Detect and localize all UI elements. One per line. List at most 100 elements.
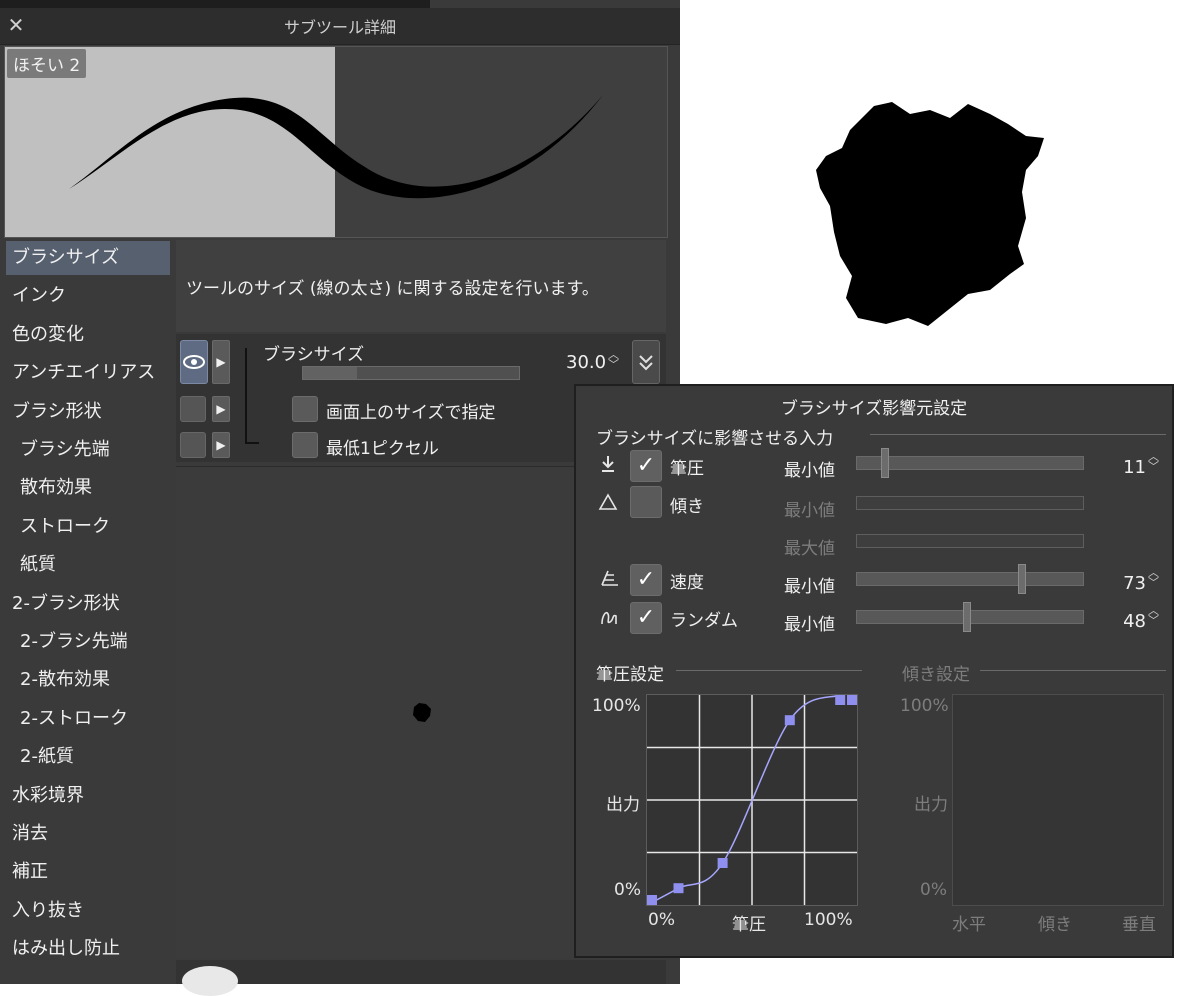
tilt-min-label: 最小値: [784, 501, 835, 521]
tilt-graph-title: 傾き設定: [902, 665, 970, 685]
speed-icon: [601, 570, 618, 586]
pressure-graph-y-top: 100%: [592, 696, 641, 716]
input-section-title: ブラシサイズに影響させる入力: [596, 429, 834, 449]
brush-size-label: ブラシサイズ: [263, 345, 365, 365]
brush-size-dynamics-popup: ブラシサイズ影響元設定 ブラシサイズに影響させる入力 ✓ 筆圧 最小値 11 ︿…: [574, 384, 1174, 958]
category-item[interactable]: 2-ストローク: [6, 702, 170, 736]
speed-spinner[interactable]: ︿ ﹀: [1148, 567, 1159, 588]
pen-pressure-icon: [602, 456, 614, 472]
category-item[interactable]: 散布効果: [6, 471, 170, 505]
link-line-end: [245, 442, 259, 444]
speed-min-value[interactable]: 73: [1106, 573, 1146, 594]
tilt-curve-graph: [952, 694, 1164, 906]
eye-icon[interactable]: [180, 340, 208, 384]
category-item[interactable]: 入り抜き: [6, 894, 170, 928]
slider-knob[interactable]: [1017, 564, 1026, 594]
category-item[interactable]: 2-ブラシ先端: [6, 625, 170, 659]
curve-control-point[interactable]: [647, 895, 657, 905]
tilt-min-slider: [856, 496, 1084, 510]
description-area: ツールのサイズ (線の太さ) に関する設定を行います。: [176, 240, 666, 332]
category-item[interactable]: 2-紙質: [6, 740, 170, 774]
info-icon[interactable]: [182, 966, 238, 996]
category-item[interactable]: 2-ブラシ形状: [6, 587, 170, 621]
brush-tip-shape-large: [816, 102, 1044, 326]
pressure-min-label: 最小値: [784, 461, 835, 481]
tilt-graph-x-left: 水平: [952, 915, 986, 935]
expand-arrow-icon[interactable]: ▶: [212, 432, 230, 458]
tilt-label: 傾き: [670, 497, 704, 517]
curve-control-point[interactable]: [717, 858, 728, 868]
tilt-graph-y-bottom: 0%: [920, 880, 947, 900]
brush-size-spinner[interactable]: ︿ ﹀: [608, 349, 619, 370]
category-item[interactable]: 紙質: [6, 548, 170, 582]
category-item[interactable]: はみ出し防止: [6, 932, 170, 966]
speed-label: 速度: [670, 573, 704, 593]
brush-stroke-image: [69, 95, 603, 199]
pressure-curve-graph[interactable]: [646, 692, 858, 906]
speed-checkbox[interactable]: ✓: [630, 564, 662, 596]
tilt-graph-x-mid: 傾き: [1038, 915, 1072, 935]
screen-size-checkbox[interactable]: [292, 396, 318, 422]
pressure-spinner[interactable]: ︿ ﹀: [1148, 451, 1159, 472]
category-item[interactable]: ブラシ先端: [6, 433, 170, 467]
brush-stroke-preview[interactable]: ほそい 2: [4, 46, 668, 238]
panel-bottom-bar: [176, 960, 666, 984]
random-min-value[interactable]: 48: [1106, 611, 1146, 632]
slider-knob[interactable]: [881, 448, 890, 478]
section-divider: [676, 670, 862, 671]
pressure-checkbox[interactable]: ✓: [630, 450, 662, 482]
category-item[interactable]: ストローク: [6, 510, 170, 544]
category-item[interactable]: 2-散布効果: [6, 663, 170, 697]
brush-size-slider[interactable]: [302, 366, 520, 380]
checkmark-icon: ✓: [636, 453, 656, 478]
random-icon: [601, 611, 617, 625]
tilt-graph-x-right: 垂直: [1122, 915, 1156, 935]
brush-tip-dot: [413, 703, 431, 722]
curve-control-point[interactable]: [673, 883, 684, 894]
category-item[interactable]: ブラシサイズ: [6, 241, 170, 275]
curve-control-point[interactable]: [835, 695, 846, 705]
speed-min-label: 最小値: [784, 577, 835, 597]
pressure-graph-x-right: 100%: [804, 910, 853, 930]
category-item[interactable]: 色の変化: [6, 318, 170, 352]
expand-arrow-icon[interactable]: ▶: [212, 396, 230, 422]
curve-control-point[interactable]: [784, 715, 795, 726]
description-text: ツールのサイズ (線の太さ) に関する設定を行います。: [186, 279, 599, 299]
tilt-graph-y-mid: 出力: [914, 795, 948, 815]
sub-tool-name-label: ほそい 2: [7, 49, 87, 78]
tilt-checkbox[interactable]: [630, 486, 662, 518]
category-item[interactable]: インク: [6, 279, 170, 313]
pressure-graph-x-left: 0%: [648, 910, 675, 930]
slider-knob[interactable]: [962, 602, 971, 632]
section-divider: [870, 434, 1166, 435]
category-item[interactable]: 消去: [6, 817, 170, 851]
tilt-icon: [598, 493, 618, 510]
curve-control-point[interactable]: [847, 695, 857, 705]
expand-arrow-icon[interactable]: ▶: [212, 340, 230, 384]
eye-glyph: [183, 355, 205, 369]
option-toggle-2[interactable]: [180, 432, 206, 458]
random-min-slider[interactable]: [856, 602, 1084, 632]
category-item[interactable]: 補正: [6, 855, 170, 889]
random-checkbox[interactable]: ✓: [630, 602, 662, 634]
option-toggle-1[interactable]: [180, 396, 206, 422]
category-item[interactable]: 水彩境界: [6, 779, 170, 813]
category-item[interactable]: ブラシ形状: [6, 395, 170, 429]
random-spinner[interactable]: ︿ ﹀: [1148, 605, 1159, 626]
random-min-label: 最小値: [784, 615, 835, 635]
pressure-graph-title: 筆圧設定: [596, 665, 664, 685]
min-pixel-checkbox[interactable]: [292, 432, 318, 458]
pressure-min-value[interactable]: 11: [1106, 457, 1146, 478]
min-pixel-label: 最低1ピクセル: [326, 439, 439, 459]
window-top-strip: [0, 0, 430, 8]
brush-size-value[interactable]: 30.0: [566, 352, 606, 373]
pressure-min-slider[interactable]: [856, 448, 1084, 478]
checkmark-icon: ✓: [636, 605, 656, 630]
category-item[interactable]: アンチエイリアス: [6, 356, 170, 390]
speed-min-slider[interactable]: [856, 564, 1084, 594]
random-label: ランダム: [670, 611, 738, 631]
popup-title: ブラシサイズ影響元設定: [780, 399, 968, 419]
pressure-curve-svg[interactable]: [646, 692, 858, 906]
chevron-down-icon[interactable]: [632, 340, 660, 384]
double-chevron-glyph: [639, 355, 653, 371]
